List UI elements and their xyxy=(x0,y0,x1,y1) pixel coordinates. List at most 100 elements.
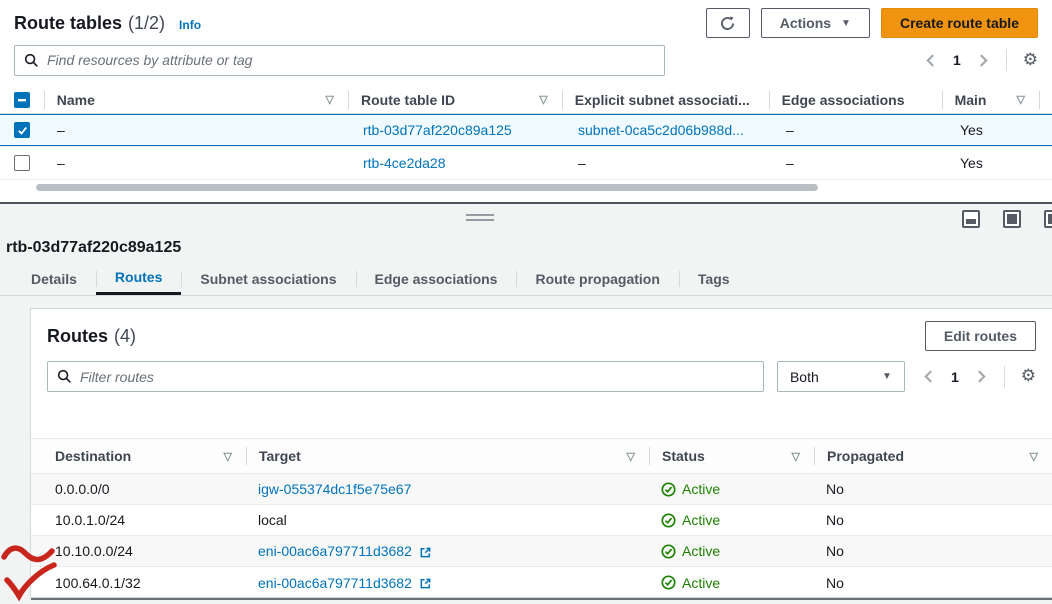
tab-subnet-associations[interactable]: Subnet associations xyxy=(181,262,355,295)
panel-layout-controls xyxy=(962,210,1052,228)
route-filter-select[interactable]: Both ▼ xyxy=(777,361,905,392)
route-row: 100.64.0.1/32 eni-00ac6a797711d3682 Acti… xyxy=(31,567,1052,598)
sort-icon[interactable]: ▽ xyxy=(224,450,232,463)
next-page-icon[interactable] xyxy=(975,369,988,384)
actions-button[interactable]: Actions ▼ xyxy=(761,8,870,38)
page-number[interactable]: 1 xyxy=(953,52,961,68)
filter-routes-box[interactable] xyxy=(47,361,764,392)
table-row[interactable]: – rtb-4ce2da28 – – Yes xyxy=(0,147,1052,180)
sort-icon[interactable]: ▽ xyxy=(627,450,635,463)
previous-page-icon[interactable] xyxy=(924,53,937,68)
scrollbar-thumb[interactable] xyxy=(36,184,818,191)
search-icon xyxy=(24,53,39,68)
refresh-icon xyxy=(719,15,736,32)
search-icon xyxy=(57,369,72,384)
page-number[interactable]: 1 xyxy=(951,369,959,385)
external-link-icon[interactable] xyxy=(419,577,432,590)
settings-gear-icon[interactable]: ⚙ xyxy=(1023,52,1038,69)
settings-gear-icon[interactable]: ⚙ xyxy=(1021,368,1036,385)
tab-details[interactable]: Details xyxy=(12,262,96,295)
sort-icon[interactable]: ▽ xyxy=(792,450,800,463)
toolbar-row: 1 ⚙ xyxy=(14,44,1038,76)
cell-target: local xyxy=(246,512,649,528)
detail-tabs: Details Routes Subnet associations Edge … xyxy=(0,262,1052,296)
layout-bottom-panel-icon[interactable] xyxy=(962,210,980,228)
target-link[interactable]: eni-00ac6a797711d3682 xyxy=(258,543,412,559)
route-tables-table: Name ▽ Route table ID ▽ Explicit subnet … xyxy=(0,86,1052,192)
resource-search-box[interactable] xyxy=(14,45,665,76)
edit-routes-button[interactable]: Edit routes xyxy=(925,321,1036,351)
column-header-destination[interactable]: Destination ▽ xyxy=(31,439,246,473)
check-circle-icon xyxy=(661,544,676,559)
cell-main: Yes xyxy=(947,155,1045,171)
vpc-route-tables-screen: Route tables (1/2) Info Actions ▼ Create… xyxy=(0,0,1052,604)
routes-heading: Routes xyxy=(47,326,108,347)
route-tables-list-section: Route tables (1/2) Info Actions ▼ Create… xyxy=(0,0,1052,202)
page-title: Route tables xyxy=(14,13,122,34)
routes-card: Routes (4) Edit routes Both ▼ xyxy=(30,308,1052,598)
target-link[interactable]: igw-055374dc1f5e75e67 xyxy=(258,481,411,497)
layout-full-panel-icon[interactable] xyxy=(1003,210,1021,228)
sort-icon[interactable]: ▽ xyxy=(1030,450,1038,463)
divider xyxy=(1006,49,1007,71)
tab-tags[interactable]: Tags xyxy=(679,262,749,295)
column-header-name[interactable]: Name ▽ xyxy=(44,86,348,113)
resource-search-input[interactable] xyxy=(47,52,655,68)
cell-destination: 0.0.0.0/0 xyxy=(31,481,246,497)
column-header-target[interactable]: Target ▽ xyxy=(246,439,649,473)
header-row: Route tables (1/2) Info Actions ▼ Create… xyxy=(14,0,1038,38)
divider xyxy=(1004,366,1005,388)
split-panel-divider xyxy=(0,202,1052,232)
routes-card-header: Routes (4) Edit routes xyxy=(47,309,1036,351)
select-all-checkbox[interactable] xyxy=(14,92,30,108)
table-header-row: Name ▽ Route table ID ▽ Explicit subnet … xyxy=(0,86,1052,114)
status-badge: Active xyxy=(661,575,720,591)
cell-propagated: No xyxy=(814,575,1052,591)
create-route-table-button[interactable]: Create route table xyxy=(881,8,1038,38)
pagination: 1 ⚙ xyxy=(924,49,1038,71)
table-row[interactable]: – rtb-03d77af220c89a125 subnet-0ca5c2d06… xyxy=(0,114,1052,147)
column-header-main[interactable]: Main ▽ xyxy=(942,86,1039,113)
tab-route-propagation[interactable]: Route propagation xyxy=(516,262,678,295)
routes-header-row: Destination ▽ Target ▽ Status ▽ Propagat… xyxy=(31,438,1052,474)
split-drag-handle[interactable] xyxy=(466,214,494,224)
target-link[interactable]: eni-00ac6a797711d3682 xyxy=(258,575,412,591)
check-circle-icon xyxy=(661,575,676,590)
cell-propagated: No xyxy=(814,512,1052,528)
column-header-explicit-subnet[interactable]: Explicit subnet associati... xyxy=(562,86,769,113)
chevron-down-icon: ▼ xyxy=(882,371,892,382)
routes-count: (4) xyxy=(114,326,136,347)
route-table-id-link[interactable]: rtb-4ce2da28 xyxy=(363,155,446,171)
layout-side-panel-icon[interactable] xyxy=(1044,210,1052,228)
row-checkbox[interactable] xyxy=(14,155,30,171)
status-badge: Active xyxy=(661,512,720,528)
tab-routes[interactable]: Routes xyxy=(96,262,181,295)
sort-icon[interactable]: ▽ xyxy=(539,93,547,106)
route-table-id-link[interactable]: rtb-03d77af220c89a125 xyxy=(363,122,512,138)
column-header-route-table-id[interactable]: Route table ID ▽ xyxy=(348,86,562,113)
cell-main: Yes xyxy=(947,122,1045,138)
tab-edge-associations[interactable]: Edge associations xyxy=(356,262,517,295)
column-header-propagated[interactable]: Propagated ▽ xyxy=(814,439,1052,473)
route-row: 0.0.0.0/0 igw-055374dc1f5e75e67 Active N… xyxy=(31,474,1052,505)
column-header-stub xyxy=(1039,86,1052,113)
column-header-status[interactable]: Status ▽ xyxy=(649,439,814,473)
info-link[interactable]: Info xyxy=(179,18,201,32)
sort-icon[interactable]: ▽ xyxy=(1017,93,1025,106)
external-link-icon[interactable] xyxy=(419,546,432,559)
route-row: 10.10.0.0/24 eni-00ac6a797711d3682 Activ… xyxy=(31,536,1052,567)
detail-panel: rtb-03d77af220c89a125 Details Routes Sub… xyxy=(0,232,1052,604)
subnet-association-link[interactable]: subnet-0ca5c2d06b988d... xyxy=(578,122,744,138)
filter-routes-input[interactable] xyxy=(80,369,754,385)
header-actions: Actions ▼ Create route table xyxy=(706,8,1038,38)
cell-propagated: No xyxy=(814,481,1052,497)
row-checkbox[interactable] xyxy=(14,122,30,138)
sort-icon[interactable]: ▽ xyxy=(326,93,334,106)
status-badge: Active xyxy=(661,481,720,497)
selection-count: (1/2) xyxy=(128,13,165,34)
next-page-icon[interactable] xyxy=(977,53,990,68)
column-header-edge-associations[interactable]: Edge associations xyxy=(769,86,942,113)
refresh-button[interactable] xyxy=(706,8,750,38)
previous-page-icon[interactable] xyxy=(922,369,935,384)
horizontal-scrollbar xyxy=(0,183,1052,192)
